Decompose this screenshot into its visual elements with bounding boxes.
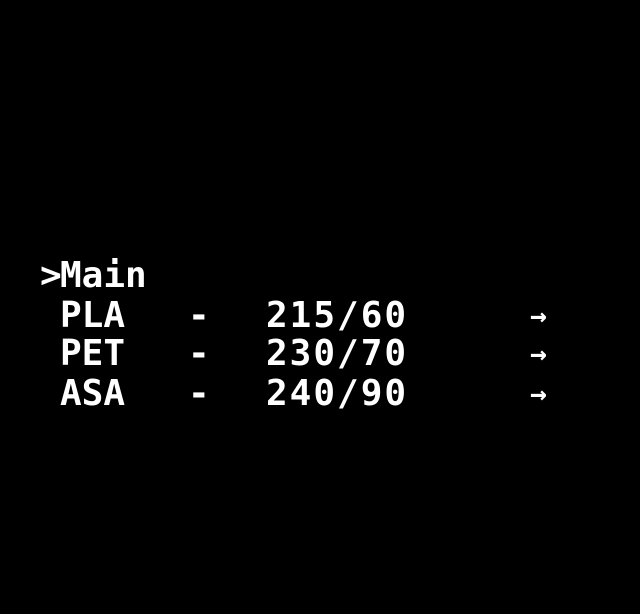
material-temps: 230/70 — [266, 333, 409, 374]
material-temps: 240/90 — [266, 373, 409, 414]
material-name: ASA — [60, 373, 126, 414]
submenu-arrow-icon: → — [530, 337, 547, 370]
lcd-screen: > Main PLA - 215/60 → PET - 230/70 → ASA… — [0, 0, 640, 480]
material-name: PET — [60, 333, 126, 374]
menu-item-pet[interactable]: PET - 230/70 → — [40, 333, 547, 374]
material-name: PLA — [60, 295, 126, 336]
separator: - — [188, 295, 210, 336]
menu-item-asa[interactable]: ASA - 240/90 → — [40, 373, 547, 414]
menu-item-main[interactable]: > Main — [40, 255, 147, 296]
submenu-arrow-icon: → — [530, 299, 547, 332]
selection-cursor: > — [40, 255, 62, 296]
menu-item-pla[interactable]: PLA - 215/60 → — [40, 295, 547, 336]
material-temps: 215/60 — [266, 295, 409, 336]
separator: - — [188, 373, 210, 414]
menu-item-main-label: Main — [60, 255, 147, 296]
submenu-arrow-icon: → — [530, 377, 547, 410]
separator: - — [188, 333, 210, 374]
